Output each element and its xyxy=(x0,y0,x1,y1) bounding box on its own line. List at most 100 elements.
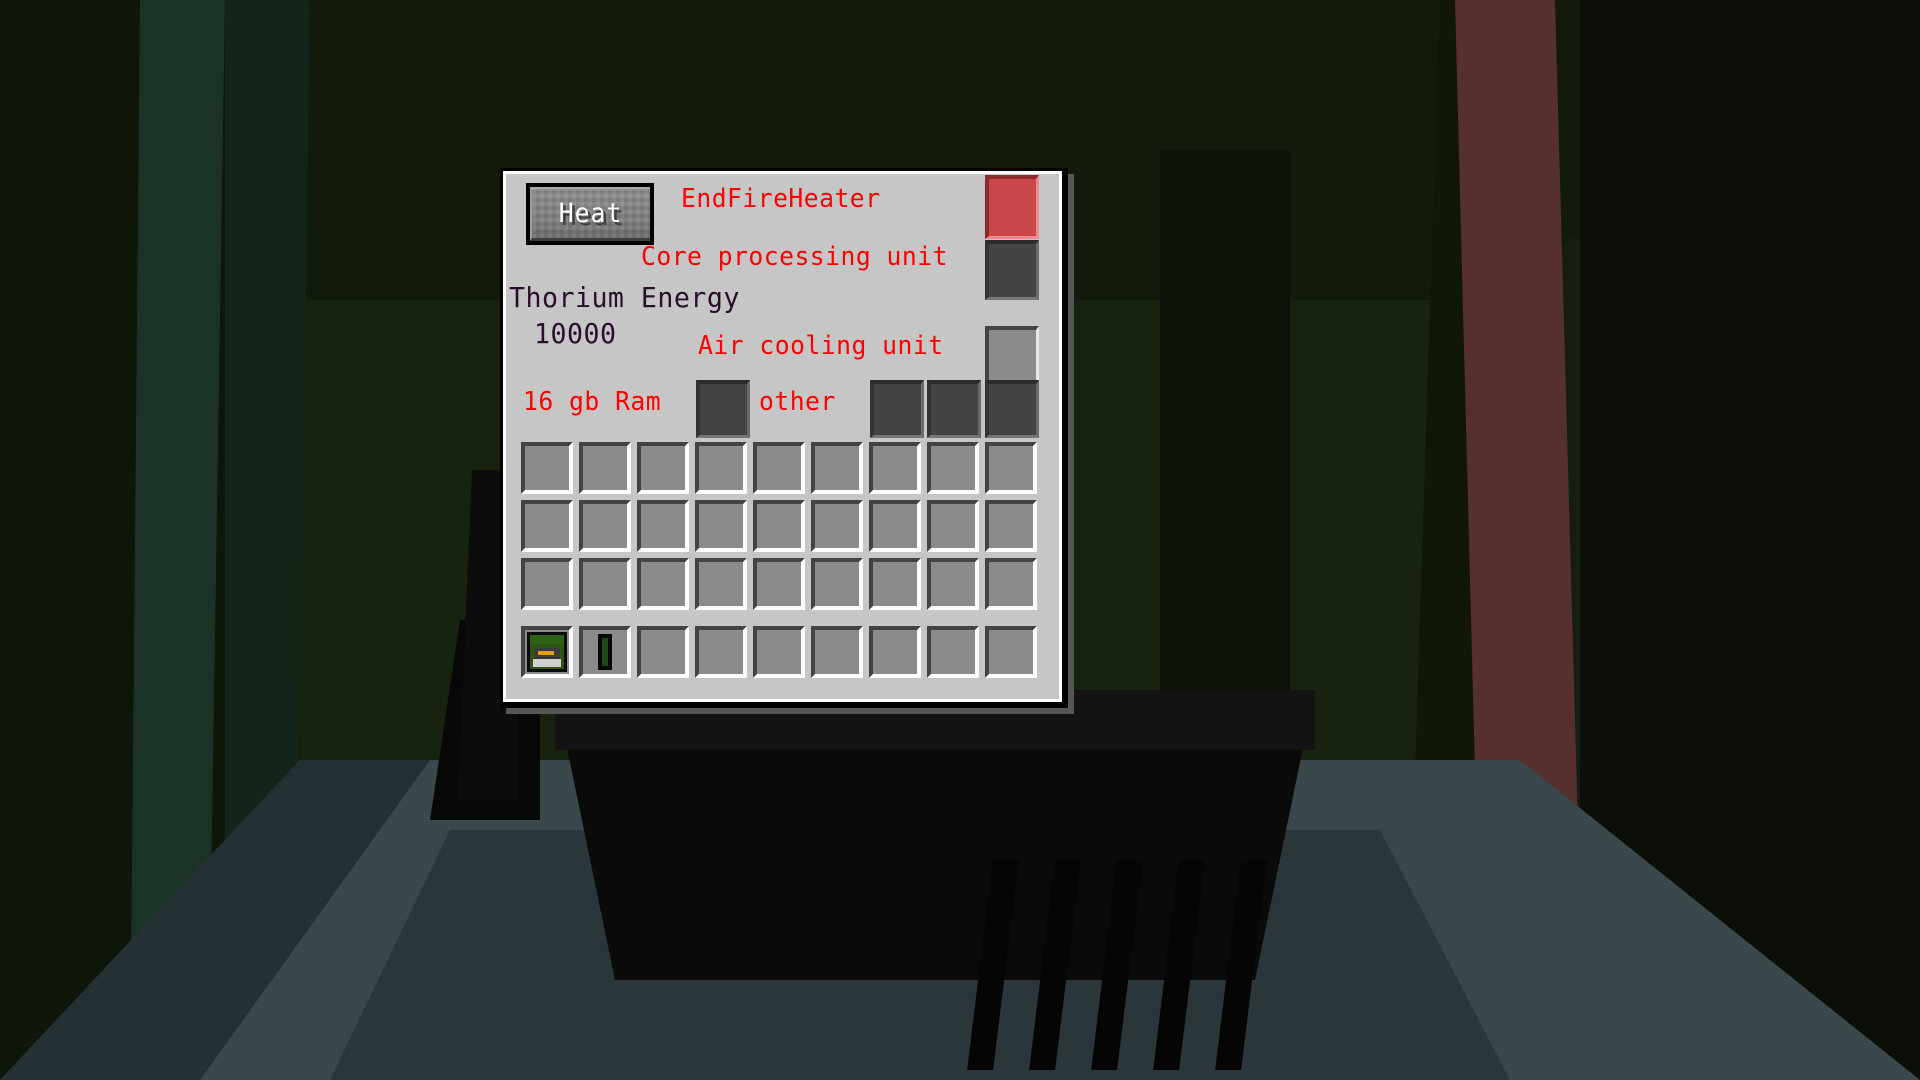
slot-cell xyxy=(695,442,747,494)
hotbar-slot[interactable] xyxy=(924,623,982,681)
cpu-slot-label: Core processing unit xyxy=(641,242,948,272)
machine-title-label: EndFireHeater xyxy=(681,184,881,214)
inventory-slot[interactable] xyxy=(518,555,576,613)
other-slot-2[interactable] xyxy=(927,380,981,438)
computer-case-item[interactable] xyxy=(527,632,567,672)
hotbar-slot[interactable] xyxy=(866,623,924,681)
heater-slot[interactable] xyxy=(985,175,1039,239)
slot-cell xyxy=(869,558,921,610)
slot-cell xyxy=(927,500,979,552)
hotbar-slot[interactable] xyxy=(982,623,1040,681)
slot-cell xyxy=(521,558,573,610)
other-slot-3[interactable] xyxy=(985,380,1039,438)
slot-cell xyxy=(985,626,1037,678)
inventory-slot[interactable] xyxy=(634,497,692,555)
thorium-energy-value: 10000 xyxy=(534,317,617,350)
inventory-slot[interactable] xyxy=(576,439,634,497)
heat-button-label: Heat xyxy=(559,198,623,229)
inventory-slot[interactable] xyxy=(866,497,924,555)
inventory-slot[interactable] xyxy=(750,555,808,613)
inventory-slot[interactable] xyxy=(808,555,866,613)
slot-cell xyxy=(927,626,979,678)
hotbar-slot[interactable] xyxy=(634,623,692,681)
hotbar-slot[interactable] xyxy=(750,623,808,681)
slot-cell xyxy=(579,500,631,552)
inventory-slot[interactable] xyxy=(982,555,1040,613)
heat-fin xyxy=(1091,860,1143,1070)
slot-cell xyxy=(521,500,573,552)
ram-stick-item[interactable] xyxy=(585,632,625,672)
slot-cell xyxy=(811,500,863,552)
other-slot-2-fill xyxy=(927,380,981,438)
cooling-slot[interactable] xyxy=(985,326,1039,386)
inventory-slot[interactable] xyxy=(808,497,866,555)
inventory-slot[interactable] xyxy=(634,555,692,613)
inventory-slot[interactable] xyxy=(924,497,982,555)
slot-cell xyxy=(753,558,805,610)
heat-fin xyxy=(1029,860,1081,1070)
other-slot-3-fill xyxy=(985,380,1039,438)
slot-cell xyxy=(869,442,921,494)
inventory-slot[interactable] xyxy=(924,439,982,497)
inventory-slot[interactable] xyxy=(750,497,808,555)
slot-cell xyxy=(869,626,921,678)
hotbar-slot[interactable] xyxy=(808,623,866,681)
ram-slot[interactable] xyxy=(696,380,750,438)
heat-button[interactable]: Heat xyxy=(526,183,654,245)
player-inventory-grid xyxy=(518,439,1040,613)
cpu-slot-fill xyxy=(985,240,1039,300)
ram-stick-body xyxy=(598,634,612,670)
inventory-slot[interactable] xyxy=(866,555,924,613)
hotbar-slot[interactable] xyxy=(518,623,576,681)
slot-cell xyxy=(985,500,1037,552)
slot-cell xyxy=(637,500,689,552)
inventory-slot[interactable] xyxy=(692,439,750,497)
slot-cell xyxy=(637,626,689,678)
slot-cell xyxy=(985,558,1037,610)
other-slot-1[interactable] xyxy=(870,380,924,438)
gui-panel-body: Heat EndFireHeater Core processing unit … xyxy=(506,174,1059,699)
right-duct xyxy=(1160,150,1290,710)
heat-button-face: Heat xyxy=(530,187,650,241)
ram-slot-fill xyxy=(696,380,750,438)
inventory-slot[interactable] xyxy=(518,439,576,497)
slot-cell xyxy=(753,626,805,678)
slot-cell xyxy=(579,558,631,610)
hotbar-slot[interactable] xyxy=(692,623,750,681)
inventory-slot[interactable] xyxy=(982,439,1040,497)
inventory-slot[interactable] xyxy=(692,497,750,555)
slot-cell xyxy=(927,442,979,494)
cpu-slot[interactable] xyxy=(985,240,1039,300)
inventory-slot[interactable] xyxy=(634,439,692,497)
slot-cell xyxy=(695,500,747,552)
cooling-slot-label: Air cooling unit xyxy=(698,331,944,361)
ram-stick-art xyxy=(585,632,625,672)
inventory-slot[interactable] xyxy=(924,555,982,613)
inventory-slot[interactable] xyxy=(692,555,750,613)
inventory-slot[interactable] xyxy=(866,439,924,497)
inventory-slot[interactable] xyxy=(808,439,866,497)
inventory-slot[interactable] xyxy=(982,497,1040,555)
slot-cell xyxy=(811,626,863,678)
slot-cell xyxy=(521,442,573,494)
inventory-slot[interactable] xyxy=(518,497,576,555)
heat-fin xyxy=(1215,860,1267,1070)
cooling-slot-fill xyxy=(985,326,1039,386)
thorium-energy-label: Thorium Energy xyxy=(509,281,740,314)
player-hotbar xyxy=(518,623,1040,681)
slot-cell xyxy=(637,442,689,494)
computer-case-art xyxy=(527,632,567,672)
slot-cell xyxy=(869,500,921,552)
inventory-slot[interactable] xyxy=(576,555,634,613)
hotbar-slot[interactable] xyxy=(576,623,634,681)
machine-heat-fins xyxy=(967,860,1320,1080)
heat-fin xyxy=(1153,860,1205,1070)
inventory-slot[interactable] xyxy=(576,497,634,555)
other-slot-1-fill xyxy=(870,380,924,438)
ram-slot-label: 16 gb Ram xyxy=(523,387,662,417)
machine-gui-window: Heat EndFireHeater Core processing unit … xyxy=(500,168,1074,714)
slot-cell xyxy=(811,442,863,494)
case-board xyxy=(533,659,561,667)
inventory-slot[interactable] xyxy=(750,439,808,497)
heater-slot-fill xyxy=(985,175,1039,239)
